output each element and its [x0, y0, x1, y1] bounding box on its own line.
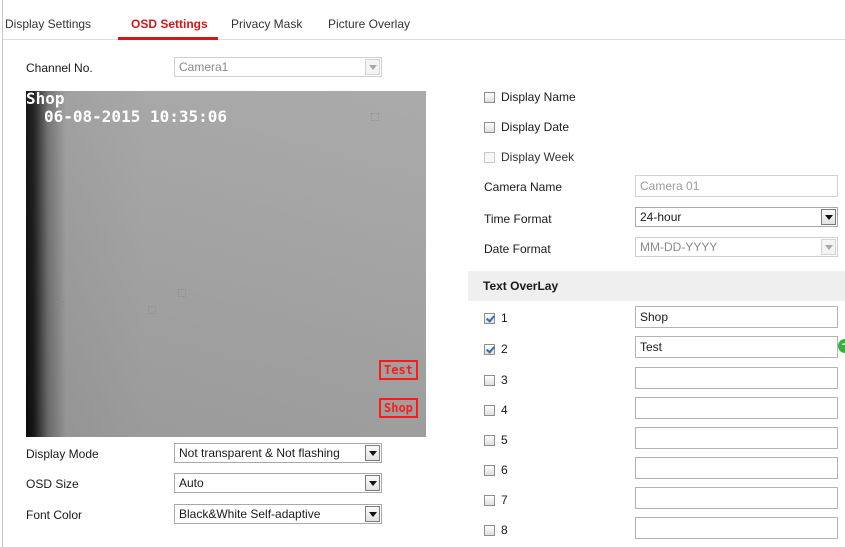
overlay-5-number: 5: [501, 433, 508, 447]
overlay-3-text-field[interactable]: [635, 367, 838, 389]
display-mode-select[interactable]: Not transparent & Not flashing: [174, 443, 382, 463]
camera-name-label: Camera Name: [484, 180, 563, 194]
font-color-select[interactable]: Black&White Self-adaptive: [174, 504, 382, 524]
plus-circle-icon[interactable]: [838, 337, 845, 353]
channel-label: Channel No.: [26, 61, 93, 75]
noise-speck: [371, 113, 379, 121]
time-format-select[interactable]: 24-hour: [635, 207, 838, 227]
overlay-6-number: 6: [501, 463, 508, 477]
osd-size-value: Auto: [179, 476, 204, 490]
camera-name-field[interactable]: Camera 01: [635, 175, 838, 197]
time-format-label: Time Format: [484, 212, 552, 226]
text-overlay-header: Text OverLay: [468, 271, 845, 301]
overlay-6-checkbox[interactable]: [484, 465, 495, 476]
noise-speck: [178, 289, 186, 297]
date-format-value: MM-DD-YYYY: [640, 240, 718, 254]
tab-bar: Display Settings OSD Settings Privacy Ma…: [3, 0, 845, 40]
display-week-checkbox[interactable]: [484, 152, 495, 163]
time-format-value: 24-hour: [640, 210, 682, 224]
osd-text-box-2[interactable]: Test: [379, 360, 418, 380]
overlay-7-checkbox[interactable]: [484, 495, 495, 506]
chevron-down-icon: [365, 506, 380, 522]
overlay-5-checkbox[interactable]: [484, 435, 495, 446]
chevron-down-icon: [365, 59, 380, 75]
tab-display-settings[interactable]: Display Settings: [5, 17, 91, 31]
overlay-1-text-field[interactable]: Shop: [635, 306, 838, 328]
active-tab-indicator: [118, 37, 218, 40]
overlay-4-number: 4: [501, 403, 508, 417]
channel-select[interactable]: Camera1: [174, 57, 382, 77]
frame-border: [2, 0, 3, 547]
chevron-down-icon: [365, 475, 380, 491]
overlay-3-checkbox[interactable]: [484, 375, 495, 386]
osd-datetime[interactable]: 06-08-2015 10:35:06: [44, 107, 227, 126]
camera-name-value: Camera 01: [640, 179, 700, 193]
date-format-select[interactable]: MM-DD-YYYY: [635, 237, 838, 257]
tab-osd-settings[interactable]: OSD Settings: [131, 17, 208, 31]
display-mode-value: Not transparent & Not flashing: [179, 446, 340, 460]
display-name-label: Display Name: [501, 90, 576, 104]
date-format-label: Date Format: [484, 242, 551, 256]
display-mode-label: Display Mode: [26, 447, 99, 461]
overlay-3-number: 3: [501, 373, 508, 387]
osd-text-box-1[interactable]: Shop: [379, 398, 418, 418]
noise-speck: [148, 306, 156, 314]
overlay-2-text-field[interactable]: Test: [635, 336, 838, 358]
overlay-6-text-field[interactable]: [635, 457, 838, 479]
chevron-down-icon: [821, 209, 836, 225]
overlay-1-checkbox[interactable]: [484, 313, 495, 324]
chevron-down-icon: [365, 445, 380, 461]
overlay-2-number: 2: [501, 342, 508, 356]
overlay-2-checkbox[interactable]: [484, 344, 495, 355]
text-overlay-title: Text OverLay: [483, 279, 559, 293]
channel-select-value: Camera1: [179, 60, 229, 74]
overlay-8-checkbox[interactable]: [484, 525, 495, 536]
overlay-4-checkbox[interactable]: [484, 405, 495, 416]
overlay-7-number: 7: [501, 493, 508, 507]
font-color-label: Font Color: [26, 508, 83, 522]
display-date-checkbox[interactable]: [484, 122, 495, 133]
font-color-value: Black&White Self-adaptive: [179, 507, 321, 521]
overlay-7-text-field[interactable]: [635, 487, 838, 509]
overlay-4-text-field[interactable]: [635, 397, 838, 419]
tab-privacy-mask[interactable]: Privacy Mask: [231, 17, 302, 31]
tab-picture-overlay[interactable]: Picture Overlay: [328, 17, 410, 31]
overlay-1-number: 1: [501, 311, 508, 325]
overlay-1-text: Shop: [640, 310, 669, 324]
noise-speck: [56, 301, 64, 309]
overlay-8-number: 8: [501, 523, 508, 537]
osd-size-label: OSD Size: [26, 477, 79, 491]
display-date-label: Display Date: [501, 120, 570, 134]
video-preview[interactable]: Shop 06-08-2015 10:35:06 Test Shop: [26, 91, 426, 437]
chevron-down-icon: [821, 239, 836, 255]
overlay-8-text-field[interactable]: [635, 517, 838, 539]
display-week-label: Display Week: [501, 150, 575, 164]
overlay-2-text: Test: [640, 340, 663, 354]
overlay-5-text-field[interactable]: [635, 427, 838, 449]
osd-camera-name[interactable]: Shop: [26, 91, 65, 108]
display-name-checkbox[interactable]: [484, 92, 495, 103]
osd-size-select[interactable]: Auto: [174, 473, 382, 493]
